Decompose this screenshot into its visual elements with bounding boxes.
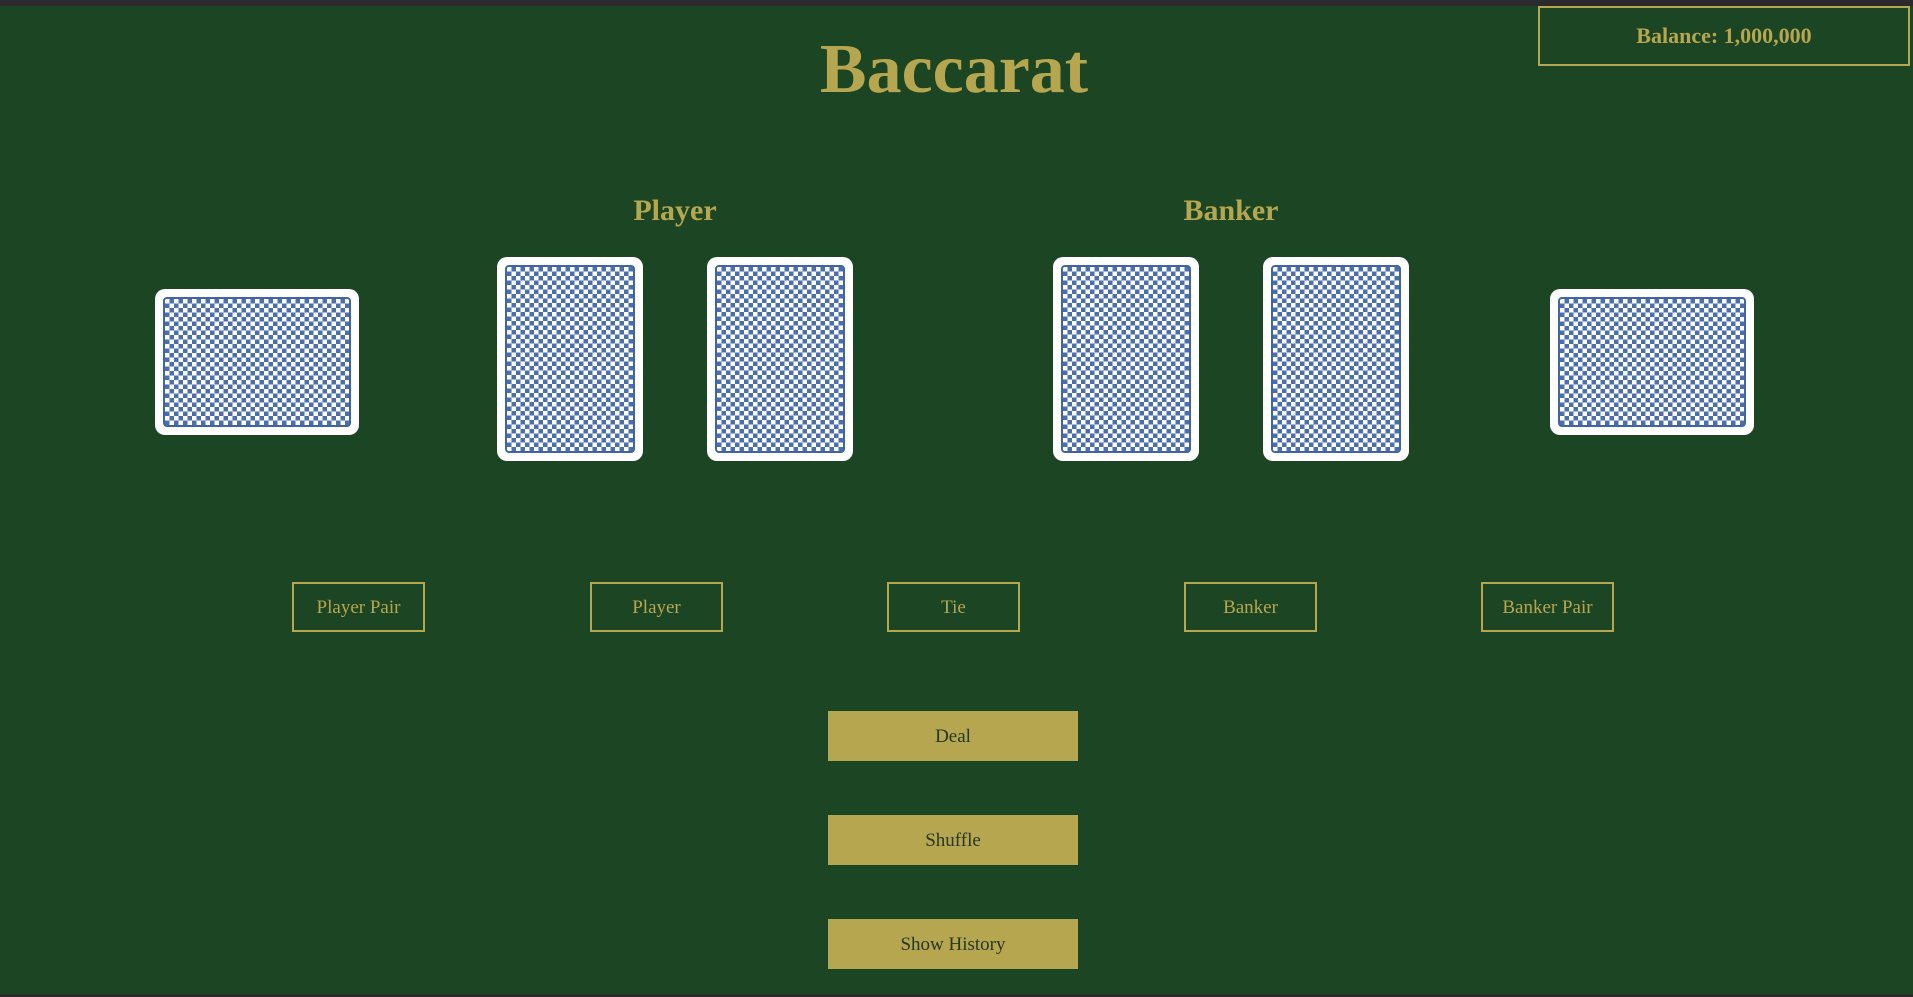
card-back-pattern xyxy=(1558,297,1746,427)
bet-player-button[interactable]: Player xyxy=(590,582,723,632)
bet-banker-pair-button[interactable]: Banker Pair xyxy=(1481,582,1614,632)
banker-second-card xyxy=(1263,257,1409,461)
card-back-pattern xyxy=(505,265,635,453)
bet-banker-button[interactable]: Banker xyxy=(1184,582,1317,632)
player-label: Player xyxy=(633,194,717,227)
player-third-card xyxy=(155,289,359,435)
player-second-card xyxy=(707,257,853,461)
card-back-pattern xyxy=(1271,265,1401,453)
balance-display: Balance: 1,000,000 xyxy=(1538,6,1910,66)
bet-tie-button[interactable]: Tie xyxy=(887,582,1020,632)
bet-player-pair-button[interactable]: Player Pair xyxy=(292,582,425,632)
banker-third-card xyxy=(1550,289,1754,435)
banker-label: Banker xyxy=(1183,194,1279,227)
card-back-pattern xyxy=(163,297,351,427)
card-back-pattern xyxy=(1061,265,1191,453)
show-history-button[interactable]: Show History xyxy=(828,919,1078,969)
card-back-pattern xyxy=(715,265,845,453)
shuffle-button[interactable]: Shuffle xyxy=(828,815,1078,865)
banker-first-card xyxy=(1053,257,1199,461)
player-first-card xyxy=(497,257,643,461)
deal-button[interactable]: Deal xyxy=(828,711,1078,761)
